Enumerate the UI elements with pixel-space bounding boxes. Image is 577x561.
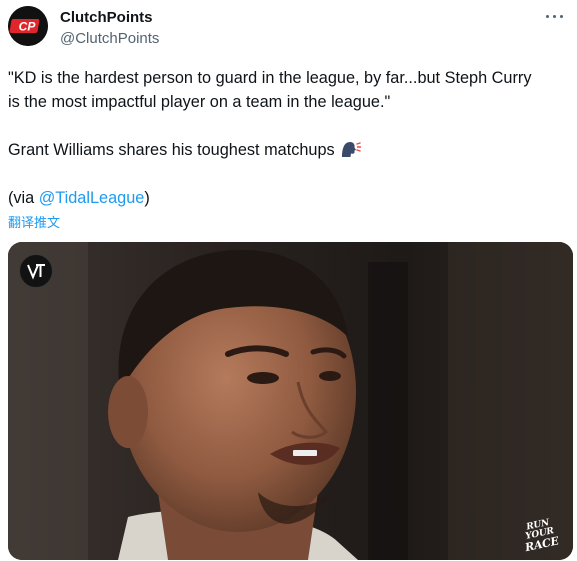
more-options-button[interactable] [545,12,565,22]
author-handle[interactable]: @ClutchPoints [60,30,159,47]
translate-tweet-link[interactable]: 翻译推文 [8,212,60,231]
avatar-text: CP [19,20,37,34]
tweet-text-line: "KD is the hardest person to guard in th… [8,69,532,87]
tidal-league-logo-icon [19,254,53,288]
more-horizontal-icon [553,15,556,18]
tweet-text-line: (via @TidalLeague) [8,186,150,210]
video-frame [8,242,573,560]
tweet-text-line: is the most impactful player on a team i… [8,93,391,111]
author-display-name[interactable]: ClutchPoints [60,9,153,26]
avatar[interactable]: CP [8,6,48,46]
tweet-text-fragment: (via [8,189,39,207]
tweet-text-fragment: ) [144,189,150,207]
more-horizontal-icon [560,15,563,18]
speaking-head-icon [339,139,361,166]
more-horizontal-icon [546,15,549,18]
mention-link[interactable]: @TidalLeague [39,189,145,207]
tweet-text-fragment: Grant Williams shares his toughest match… [8,141,335,159]
tweet-media-video[interactable]: RUN YOUR RACE [8,242,573,560]
tweet-text-line: Grant Williams shares his toughest match… [8,138,361,166]
